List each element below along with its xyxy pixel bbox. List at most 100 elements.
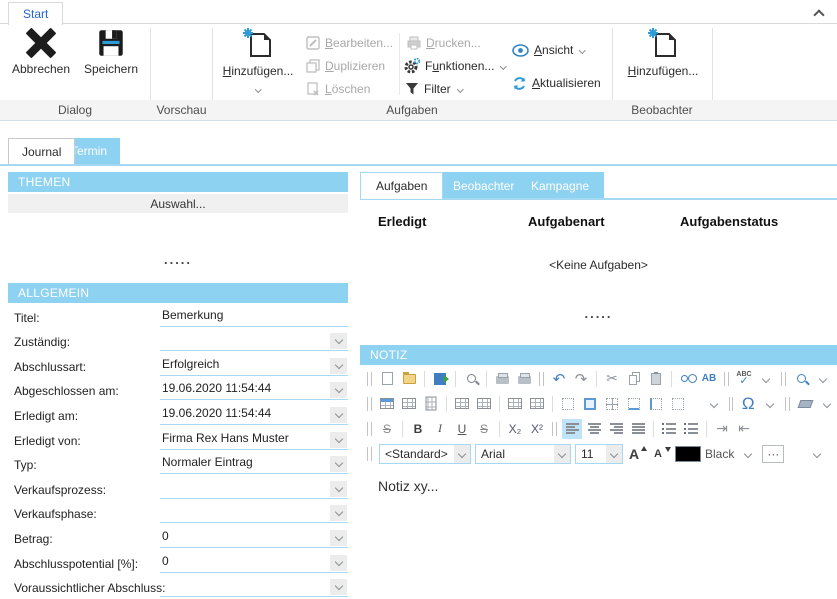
border-inner-icon[interactable] [602,394,622,414]
print-icon[interactable] [492,369,512,389]
special-character-icon[interactable]: Ω [738,394,758,414]
tab-aufgaben[interactable]: Aufgaben [360,172,443,199]
align-justify-icon[interactable] [628,419,648,439]
dropdown-button[interactable] [330,555,347,571]
eraser-dropdown[interactable] [817,394,837,414]
speichern-button[interactable]: Speichern [78,27,144,99]
spellcheck-dropdown[interactable] [756,369,776,389]
eraser-icon[interactable] [795,394,815,414]
beobachter-hinzufuegen-button[interactable]: Hinzufügen... [620,27,706,99]
auswahl-button[interactable]: Auswahl... [8,194,348,213]
merge-cells-icon[interactable] [505,394,525,414]
loeschen-button[interactable]: Löschen [306,79,370,99]
ansicht-button[interactable]: Ansicht [512,40,585,60]
splitter-handle[interactable]: ..... [360,306,837,321]
border-bottom-icon[interactable] [624,394,644,414]
spellcheck-icon[interactable]: ABC ✓ [734,369,754,389]
style-strikethrough-icon[interactable]: S [377,419,397,439]
zoom-icon[interactable] [791,369,811,389]
abschlusspotential-input[interactable]: 0 [160,554,348,573]
verkaufsprozess-input[interactable] [160,480,348,499]
bold-icon[interactable]: B [408,419,428,439]
superscript-icon[interactable]: X² [527,419,547,439]
duplizieren-button[interactable]: Duplizieren [306,56,385,76]
toolbar-grip[interactable] [724,372,729,386]
bearbeiten-button[interactable]: Bearbeiten... [306,33,393,53]
zoom-dropdown[interactable] [813,369,833,389]
insert-row-icon[interactable] [399,394,419,414]
indent-icon[interactable]: ⇥ [712,419,732,439]
insert-cell-left-icon[interactable] [452,394,472,414]
toolbar-grip[interactable] [552,422,557,436]
paragraph-style-select[interactable]: <Standard> [379,444,471,464]
erledigt-am-input[interactable]: 19.06.2020 11:54:44 [160,406,348,425]
shrink-font-icon[interactable]: A [651,444,671,464]
split-cells-icon[interactable] [527,394,547,414]
drucken-button[interactable]: Drucken... [407,33,481,53]
align-center-icon[interactable] [584,419,604,439]
column-header-aufgabenart[interactable]: Aufgabenart [528,214,605,229]
tab-kampagne[interactable]: Kampagne [516,172,604,199]
border-outer-icon[interactable] [580,394,600,414]
toolbar-grip[interactable] [367,372,372,386]
dropdown-button[interactable] [330,382,347,398]
toolbar-grip[interactable] [367,447,372,461]
dropdown-button[interactable] [330,407,347,423]
dropdown-button[interactable] [330,530,347,546]
paste-icon[interactable] [646,369,666,389]
typ-input[interactable]: Normaler Eintrag [160,455,348,474]
abschlussart-input[interactable]: Erfolgreich [160,357,348,376]
aktualisieren-button[interactable]: Aktualisieren [512,73,601,93]
collapse-ribbon-button[interactable] [815,8,823,22]
verkaufsphase-input[interactable] [160,504,348,523]
numbered-list-icon[interactable] [681,419,701,439]
insert-table-icon[interactable] [377,394,397,414]
toolbar-overflow-dropdown[interactable] [807,444,827,464]
undo-icon[interactable]: ↶ [549,369,569,389]
toolbar-grip[interactable] [781,372,786,386]
copy-icon[interactable] [624,369,644,389]
toolbar-grip[interactable] [367,397,372,411]
dropdown-button[interactable] [330,333,347,349]
special-character-dropdown[interactable] [760,394,780,414]
border-dropdown[interactable] [704,394,724,414]
toolbar-grip[interactable] [539,372,544,386]
replace-icon[interactable]: AB [699,369,719,389]
zustaendig-input[interactable] [160,332,348,351]
dropdown-button[interactable] [330,505,347,521]
toolbar-grip[interactable] [785,397,790,411]
border-left-icon[interactable] [646,394,666,414]
erledigt-von-input[interactable]: Firma Rex Hans Muster [160,431,348,450]
insert-column-icon[interactable] [421,394,441,414]
align-left-icon[interactable] [562,419,582,439]
aufgabe-hinzufuegen-button[interactable]: Hinzufügen... [218,27,298,99]
border-none-icon[interactable] [558,394,578,414]
notiz-text-area[interactable]: Notiz xy... [378,478,438,494]
dropdown-button[interactable] [330,358,347,374]
splitter-handle[interactable]: ..... [8,252,348,267]
dropdown-button[interactable] [330,579,347,595]
open-file-icon[interactable] [399,369,419,389]
more-options-button[interactable]: ··· [762,445,784,463]
dropdown-button[interactable] [330,456,347,472]
tab-journal[interactable]: Journal [8,138,75,164]
font-size-select[interactable]: 11 [575,444,623,464]
cut-icon[interactable]: ✂ [602,369,622,389]
print-options-icon[interactable] [514,369,534,389]
filter-button[interactable]: Filter [405,79,462,99]
font-family-select[interactable]: Arial [475,444,571,464]
redo-icon[interactable]: ↷ [571,369,591,389]
column-header-erledigt[interactable]: Erledigt [378,214,426,229]
border-right-icon[interactable] [668,394,688,414]
grow-font-icon[interactable]: A [627,444,647,464]
abgeschlossen-am-input[interactable]: 19.06.2020 11:54:44 [160,381,348,400]
strikethrough-icon[interactable]: S [474,419,494,439]
bullet-list-icon[interactable] [659,419,679,439]
outdent-icon[interactable]: ⇤ [734,419,754,439]
save-note-icon[interactable] [430,369,450,389]
font-color-dropdown[interactable] [738,444,758,464]
find-icon[interactable] [677,369,697,389]
column-header-aufgabenstatus[interactable]: Aufgabenstatus [680,214,778,229]
abbrechen-button[interactable]: Abbrechen [10,27,72,99]
font-color-swatch[interactable] [675,446,701,462]
